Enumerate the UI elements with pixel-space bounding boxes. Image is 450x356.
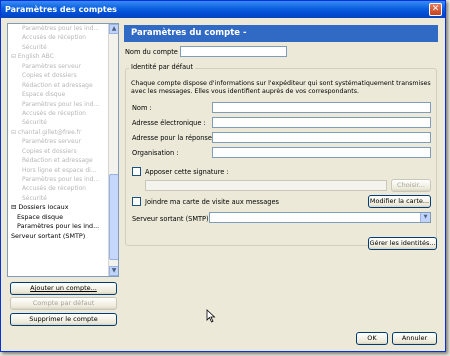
tree-item[interactable]: Copies et dossiers: [8, 71, 108, 80]
tree-item[interactable]: ⊟ Dossiers locaux: [8, 203, 108, 212]
signature-label: Apposer cette signature :: [145, 168, 229, 176]
reply-to-input[interactable]: [212, 132, 431, 143]
tree-item[interactable]: Sécurité: [8, 194, 108, 203]
smtp-label: Serveur sortant (SMTP):: [132, 215, 211, 223]
close-icon[interactable]: ✕: [429, 3, 442, 16]
title-bar: Paramètres des comptes ✕: [1, 1, 445, 18]
tree-item[interactable]: Sécurité: [8, 43, 108, 52]
add-account-button[interactable]: Ajouter un compte...: [10, 282, 117, 295]
reply-to-label: Adresse pour la réponse :: [132, 134, 217, 142]
tree-item[interactable]: Rédaction et adressage: [8, 81, 108, 90]
tree-item[interactable]: Accusés de réception: [8, 109, 108, 118]
add-account-label: Ajouter un compte...: [30, 284, 97, 292]
mouse-pointer-icon: [206, 309, 216, 323]
tree-scrollbar[interactable]: ▲ ▼: [108, 24, 118, 276]
choose-label: Choisir...: [397, 181, 425, 189]
identity-group-title: Identité par défaut: [129, 63, 195, 71]
tree-item[interactable]: Rédaction et adressage: [8, 156, 108, 165]
organization-input[interactable]: [212, 147, 431, 158]
panel-header: Paramètres du compte -: [124, 25, 438, 42]
tree-item[interactable]: Serveur sortant (SMTP): [8, 232, 108, 241]
account-name-label: Nom du compte :: [125, 48, 183, 56]
scroll-down-icon[interactable]: ▼: [109, 266, 118, 276]
signature-file-input[interactable]: [145, 180, 387, 191]
smtp-select[interactable]: ▼: [209, 212, 431, 223]
scrollbar-thumb[interactable]: [109, 174, 118, 260]
delete-account-button[interactable]: Supprimer le compte: [10, 313, 117, 326]
name-label: Nom :: [132, 104, 152, 112]
tree-item[interactable]: Paramètres pour les ind...: [8, 100, 108, 109]
account-settings-window: Paramètres des comptes ✕ Paramètres pour…: [0, 0, 446, 352]
tree-item[interactable]: Espace disque: [8, 90, 108, 99]
tree-item[interactable]: Paramètres serveur: [8, 137, 108, 146]
tree-item[interactable]: Copies et dossiers: [8, 147, 108, 156]
default-account-label: Compte par défaut: [32, 299, 95, 307]
tree-item[interactable]: Accusés de réception: [8, 33, 108, 42]
manage-identities-button[interactable]: Gérer les identités...: [368, 237, 437, 250]
tree-item[interactable]: Paramètres serveur: [8, 62, 108, 71]
organization-label: Organisation :: [132, 149, 179, 157]
window-title: Paramètres des comptes: [5, 5, 117, 14]
email-label: Adresse électronique :: [132, 119, 206, 127]
tree-item[interactable]: ⊟ English ABC: [8, 52, 108, 61]
scroll-up-icon[interactable]: ▲: [109, 24, 118, 34]
account-tree-list: Paramètres pour les ind... Accusés de réc…: [8, 24, 108, 276]
edit-card-button[interactable]: Modifier la carte...: [368, 195, 431, 208]
tree-item[interactable]: Accusés de réception: [8, 184, 108, 193]
ok-button[interactable]: OK: [356, 332, 388, 345]
vcard-label: Joindre ma carte de visite aux messages: [145, 198, 279, 206]
email-input[interactable]: [212, 117, 431, 128]
ok-label: OK: [367, 334, 377, 342]
tree-item[interactable]: Hors ligne et espace di...: [8, 166, 108, 175]
choose-button[interactable]: Choisir...: [391, 179, 431, 192]
chevron-down-icon[interactable]: ▼: [420, 213, 430, 222]
name-input[interactable]: [212, 102, 431, 113]
delete-account-label: Supprimer le compte: [29, 315, 98, 323]
tree-item[interactable]: Paramètres pour les ind...: [8, 222, 108, 231]
vcard-checkbox[interactable]: [132, 197, 141, 206]
signature-checkbox[interactable]: [132, 167, 141, 176]
account-tree[interactable]: Paramètres pour les ind... Accusés de réc…: [7, 23, 119, 277]
cancel-button[interactable]: Annuler: [392, 332, 437, 345]
identity-description: Chaque compte dispose d'informations sur…: [131, 80, 431, 95]
manage-identities-label: Gérer les identités...: [369, 239, 436, 247]
edit-card-label: Modifier la carte...: [369, 197, 430, 205]
default-account-button[interactable]: Compte par défaut: [10, 297, 117, 310]
cancel-label: Annuler: [401, 334, 428, 342]
tree-item[interactable]: ⊟ chantal.gillet@free.fr: [8, 128, 108, 137]
tree-item[interactable]: Sécurité: [8, 118, 108, 127]
tree-item[interactable]: Paramètres pour les ind...: [8, 24, 108, 33]
tree-item[interactable]: Espace disque: [8, 213, 108, 222]
account-name-input[interactable]: [180, 46, 287, 57]
tree-item[interactable]: Paramètres pour les ind...: [8, 175, 108, 184]
